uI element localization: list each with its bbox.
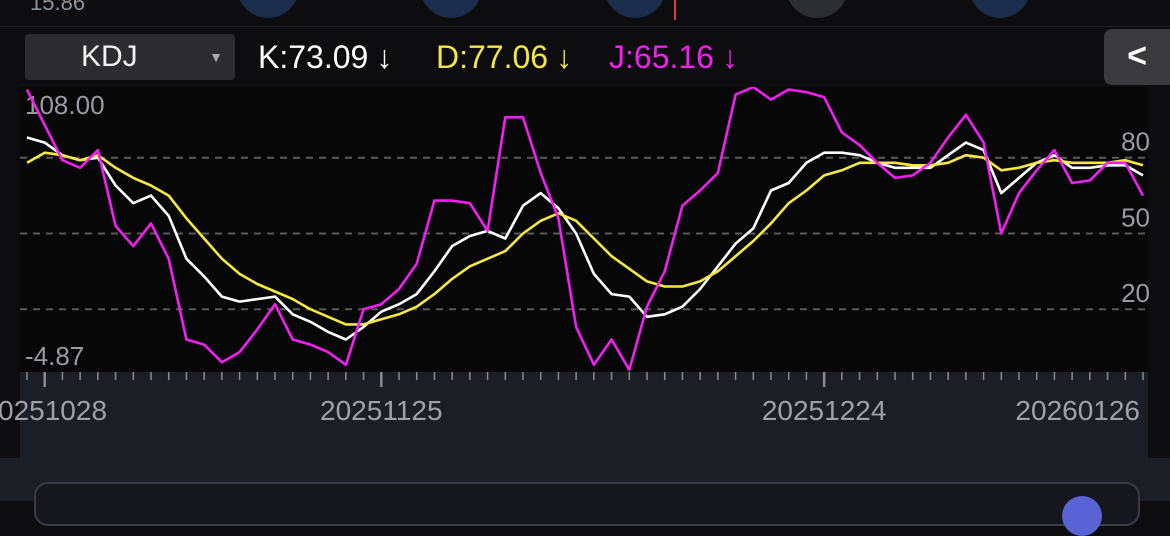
arrow-down-icon: ↓: [376, 39, 393, 75]
caret-down-icon: ▼: [209, 49, 223, 65]
collapse-button[interactable]: <: [1104, 29, 1170, 85]
reference-label: 20: [1121, 278, 1150, 308]
upper-panel-value: 15.86: [30, 0, 86, 15]
k-value-text: K:73.09: [258, 39, 369, 75]
assistant-icon[interactable]: [1062, 496, 1102, 536]
bottom-input-box[interactable]: [34, 482, 1140, 526]
x-tick-label: 20251224: [762, 395, 887, 426]
reference-label: 80: [1121, 127, 1150, 157]
kdj-chart[interactable]: 80 50 20 108.00 -4.87 20251028 20251125 2025122…: [0, 87, 1170, 458]
k-value: K:73.09 ↓: [258, 37, 392, 77]
indicator-select[interactable]: KDJ ▼: [25, 34, 235, 80]
indicator-select-label: KDJ: [81, 40, 138, 73]
arrow-down-icon: ↓: [556, 39, 573, 75]
upper-bubble: [969, 0, 1031, 18]
j-value: J:65.16 ↓: [609, 37, 738, 77]
x-tick-label: 20251125: [320, 395, 443, 426]
crosshair-marker: [674, 0, 676, 20]
upper-bubble: [420, 0, 482, 18]
x-tick-label: 20251028: [0, 395, 107, 426]
upper-panel-strip: 15.86: [0, 0, 1170, 27]
reference-label: 50: [1121, 202, 1150, 232]
d-value: D:77.06 ↓: [436, 37, 572, 77]
arrow-down-icon: ↓: [721, 39, 738, 75]
x-axis-band: [20, 372, 1148, 458]
indicator-bar: KDJ ▼ K:73.09 ↓ D:77.06 ↓ J:65.16 ↓ <: [0, 27, 1170, 87]
x-tick-label: 20260126: [1015, 395, 1140, 426]
chevron-left-icon: <: [1127, 37, 1147, 75]
upper-bubble: [604, 0, 666, 18]
upper-bubble: [237, 0, 299, 18]
y-max-label: 108.00: [25, 90, 105, 120]
upper-bubble: [786, 0, 848, 18]
y-min-label: -4.87: [25, 341, 84, 371]
j-value-text: J:65.16: [609, 39, 714, 75]
d-value-text: D:77.06: [436, 39, 549, 75]
